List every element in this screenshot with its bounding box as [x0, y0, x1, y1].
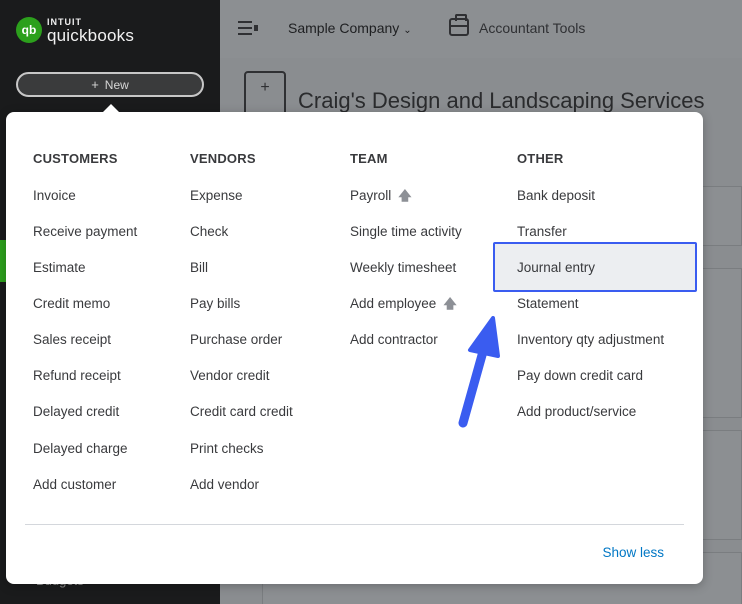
menu-item-purchase-order[interactable]: Purchase order [190, 331, 282, 349]
company-selector[interactable]: Sample Company ⌄ [288, 20, 412, 36]
menu-item-statement[interactable]: Statement [517, 295, 579, 313]
company-name-heading: Craig's Design and Landscaping Services [298, 88, 705, 113]
menu-item-estimate[interactable]: Estimate [33, 259, 86, 277]
menu-item-refund-receipt[interactable]: Refund receipt [33, 367, 121, 385]
menu-item-bank-deposit[interactable]: Bank deposit [517, 187, 595, 205]
logo-product-text: quickbooks [47, 26, 135, 45]
dropdown-caret [103, 104, 119, 112]
menu-item-journal-entry[interactable]: Journal entry [517, 259, 595, 277]
menu-item-bill[interactable]: Bill [190, 259, 208, 277]
menu-item-pay-down-credit-card[interactable]: Pay down credit card [517, 367, 643, 385]
upgrade-arrow-icon: 🡅 [398, 188, 412, 203]
menu-item-check[interactable]: Check [190, 223, 228, 241]
menu-item-payroll[interactable]: Payroll 🡅 [350, 187, 412, 205]
menu-item-add-contractor[interactable]: Add contractor [350, 331, 438, 349]
menu-item-vendor-credit[interactable]: Vendor credit [190, 367, 270, 385]
new-button-label: New [104, 78, 129, 92]
menu-item-add-product-service[interactable]: Add product/service [517, 403, 636, 421]
menu-item-single-time-activity[interactable]: Single time activity [350, 223, 462, 241]
new-button[interactable]: + New [16, 72, 204, 97]
other-heading: OTHER [517, 151, 564, 166]
menu-item-receive-payment[interactable]: Receive payment [33, 223, 137, 241]
menu-item-inventory-qty-adjustment[interactable]: Inventory qty adjustment [517, 331, 664, 349]
menu-item-add-vendor[interactable]: Add vendor [190, 476, 259, 494]
menu-item-label: Payroll [350, 188, 392, 203]
chevron-down-icon: ⌄ [403, 25, 412, 36]
menu-item-invoice[interactable]: Invoice [33, 187, 76, 205]
top-bar: Sample Company ⌄ Accountant Tools [220, 0, 742, 58]
new-menu-dropdown: CUSTOMERS Invoice Receive payment Estima… [6, 112, 703, 584]
menu-item-add-customer[interactable]: Add customer [33, 476, 116, 494]
plus-icon: + [91, 77, 99, 92]
menu-item-delayed-charge[interactable]: Delayed charge [33, 440, 128, 458]
team-heading: TEAM [350, 151, 388, 166]
plus-icon: + [260, 79, 270, 96]
briefcase-icon[interactable] [449, 14, 469, 36]
upgrade-arrow-icon: 🡅 [443, 296, 457, 311]
menu-item-pay-bills[interactable]: Pay bills [190, 295, 240, 313]
menu-item-expense[interactable]: Expense [190, 187, 243, 205]
vendors-heading: VENDORS [190, 151, 256, 166]
menu-item-transfer[interactable]: Transfer [517, 223, 567, 241]
menu-item-credit-memo[interactable]: Credit memo [33, 295, 110, 313]
company-selector-label: Sample Company [288, 20, 400, 36]
menu-divider [25, 524, 684, 525]
menu-item-add-employee[interactable]: Add employee 🡅 [350, 295, 457, 313]
menu-item-delayed-credit[interactable]: Delayed credit [33, 403, 119, 421]
menu-item-sales-receipt[interactable]: Sales receipt [33, 331, 111, 349]
accountant-tools-button[interactable]: Accountant Tools [479, 20, 585, 36]
menu-item-credit-card-credit[interactable]: Credit card credit [190, 403, 293, 421]
customers-heading: CUSTOMERS [33, 151, 118, 166]
menu-item-label: Add employee [350, 296, 437, 311]
menu-item-weekly-timesheet[interactable]: Weekly timesheet [350, 259, 456, 277]
menu-collapse-icon[interactable] [238, 20, 258, 36]
show-less-link[interactable]: Show less [602, 545, 664, 560]
menu-item-print-checks[interactable]: Print checks [190, 440, 264, 458]
quickbooks-logo-icon: qb [16, 17, 42, 43]
